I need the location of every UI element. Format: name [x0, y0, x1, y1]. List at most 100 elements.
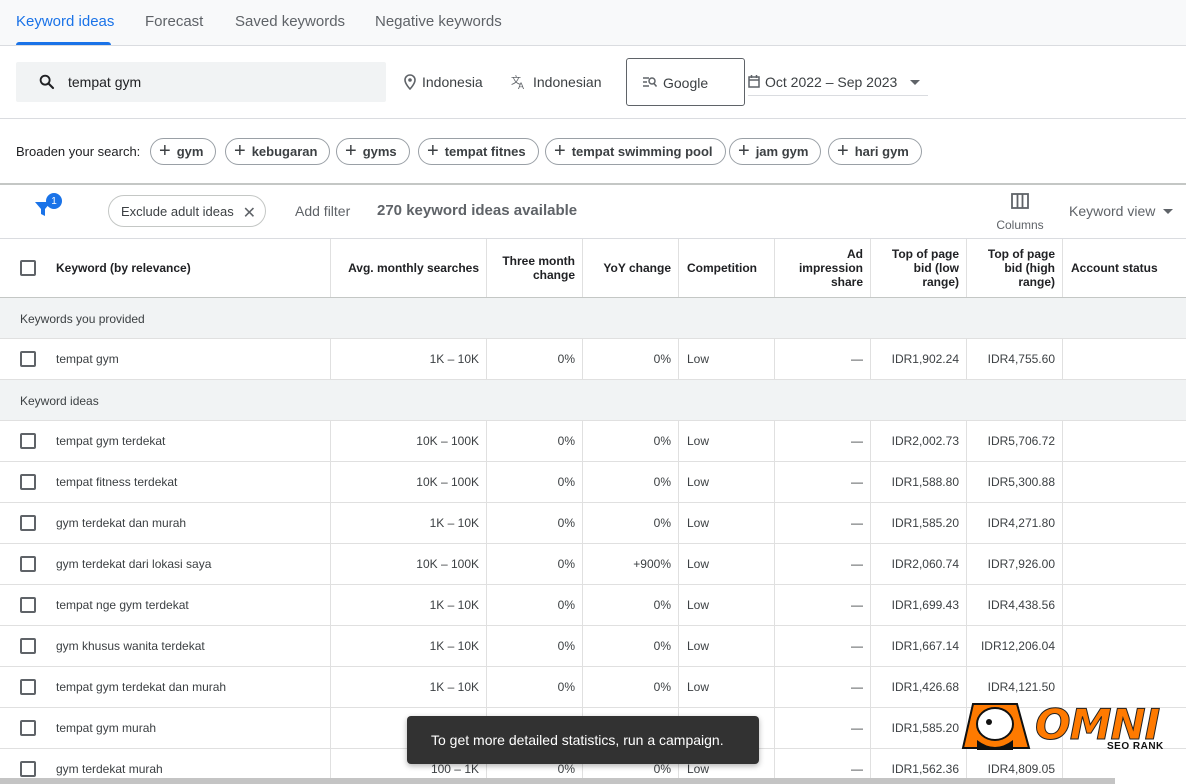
broaden-chip[interactable]: + kebugaran [225, 138, 331, 165]
header-text: Top of page [987, 247, 1055, 261]
cell-bid-low: IDR1,585.20 [870, 503, 967, 543]
header-account-status[interactable]: Account status [1062, 239, 1186, 297]
header-avg-searches[interactable]: Avg. monthly searches [330, 239, 487, 297]
cell-ad-share: — [774, 462, 871, 502]
cell-ad-share: — [774, 708, 871, 748]
language-selector[interactable]: 文A Indonesian [511, 74, 602, 90]
location-label: Indonesia [422, 74, 483, 90]
header-yoy[interactable]: YoY change [582, 239, 679, 297]
chevron-down-icon [1163, 208, 1174, 214]
cell-three-month: 0% [486, 503, 583, 543]
header-text: bid (low [913, 261, 959, 275]
add-filter-button[interactable]: Add filter [295, 203, 350, 219]
header-text: range) [922, 275, 959, 289]
row-checkbox[interactable] [20, 761, 36, 777]
chevron-down-icon [910, 80, 920, 85]
cell-bid-low: IDR1,699.43 [870, 585, 967, 625]
location-selector[interactable]: Indonesia [404, 74, 483, 90]
broaden-chip[interactable]: + tempat fitnes [418, 138, 539, 165]
header-three-month[interactable]: Three month change [486, 239, 583, 297]
header-keyword[interactable]: Keyword (by relevance) [48, 239, 330, 297]
cell-keyword: gym khusus wanita terdekat [56, 639, 205, 653]
cell-avg-searches: 10K – 100K [330, 421, 487, 461]
row-checkbox[interactable] [20, 474, 36, 490]
mascot-icon [961, 703, 1031, 750]
plus-icon: + [738, 139, 750, 162]
plus-icon: + [837, 139, 849, 162]
cell-competition: Low [678, 544, 775, 584]
cell-bid-low: IDR2,060.74 [870, 544, 967, 584]
cell-avg-searches: 10K – 100K [330, 544, 487, 584]
network-label: Google [663, 75, 709, 91]
broaden-chip[interactable]: + jam gym [729, 138, 822, 165]
row-checkbox[interactable] [20, 720, 36, 736]
table-row: tempat fitness terdekat 10K – 100K 0% 0% Low… [0, 462, 1186, 503]
chip-label: gym [176, 144, 204, 159]
section-label: Keyword ideas [20, 394, 99, 408]
cell-account-status [1062, 339, 1186, 379]
ideas-count: 270 keyword ideas available [377, 202, 578, 219]
row-checkbox[interactable] [20, 515, 36, 531]
divider [0, 118, 1186, 119]
horizontal-scrollbar[interactable] [0, 778, 1115, 784]
cell-keyword: gym terdekat dari lokasi saya [56, 557, 212, 571]
cell-ad-share: — [774, 339, 871, 379]
broaden-chip[interactable]: + gym [150, 138, 217, 165]
plus-icon: + [345, 139, 357, 162]
header-text: bid (high [1004, 261, 1055, 275]
search-input[interactable]: tempat gym [16, 62, 386, 102]
table-row: tempat nge gym terdekat 1K – 10K 0% 0% Low — I… [0, 585, 1186, 626]
cell-bid-low: IDR1,667.14 [870, 626, 967, 666]
header-ad-share[interactable]: Ad impression share [774, 239, 871, 297]
row-checkbox[interactable] [20, 433, 36, 449]
broaden-chip[interactable]: + tempat swimming pool [545, 138, 726, 165]
broaden-chip[interactable]: + hari gym [828, 138, 922, 165]
cell-avg-searches: 10K – 100K [330, 462, 487, 502]
tab-negative-keywords[interactable]: Negative keywords [375, 13, 502, 30]
section-header: Keyword ideas [0, 380, 1186, 421]
cell-keyword: gym terdekat dan murah [56, 516, 187, 530]
cell-avg-searches: 1K – 10K [330, 503, 487, 543]
row-checkbox[interactable] [20, 351, 36, 367]
plus-icon: + [159, 139, 171, 162]
date-range-selector[interactable]: Oct 2022 – Sep 2023 [748, 74, 928, 96]
network-selector[interactable]: Google [626, 58, 745, 106]
cell-keyword: tempat gym murah [56, 721, 157, 735]
cell-account-status [1062, 421, 1186, 461]
row-checkbox[interactable] [20, 556, 36, 572]
cell-three-month: 0% [486, 626, 583, 666]
chip-label: kebugaran [251, 144, 318, 159]
tab-keyword-ideas[interactable]: Keyword ideas [16, 13, 114, 30]
keyword-view-selector[interactable]: Keyword view [1069, 203, 1174, 219]
cell-three-month: 0% [486, 421, 583, 461]
cell-ad-share: — [774, 544, 871, 584]
cell-three-month: 0% [486, 339, 583, 379]
header-text: range) [1018, 275, 1055, 289]
table-row: gym terdekat dan murah 1K – 10K 0% 0% Low — ID… [0, 503, 1186, 544]
snackbar-message: To get more detailed statistics, run a c… [407, 716, 759, 764]
header-text: share [830, 275, 863, 289]
cell-ad-share: — [774, 421, 871, 461]
header-text: Ad impression [798, 247, 863, 275]
cell-keyword: tempat fitness terdekat [56, 475, 178, 489]
exclude-adult-chip[interactable]: Exclude adult ideas ✕ [108, 195, 266, 227]
row-checkbox[interactable] [20, 679, 36, 695]
cell-keyword: tempat gym [56, 352, 119, 366]
columns-button[interactable]: Columns [990, 193, 1050, 232]
row-checkbox[interactable] [20, 597, 36, 613]
header-bid-low[interactable]: Top of page bid (low range) [870, 239, 967, 297]
header-competition[interactable]: Competition [678, 239, 775, 297]
header-bid-high[interactable]: Top of page bid (high range) [966, 239, 1063, 297]
cell-bid-low: IDR1,585.20 [870, 708, 967, 748]
tab-saved-keywords[interactable]: Saved keywords [235, 13, 345, 30]
select-all-checkbox[interactable] [20, 260, 36, 276]
cell-bid-high: IDR4,271.80 [966, 503, 1063, 543]
row-checkbox[interactable] [20, 638, 36, 654]
broaden-chip[interactable]: + gyms [336, 138, 410, 165]
close-icon[interactable]: ✕ [243, 203, 256, 223]
cell-three-month: 0% [486, 462, 583, 502]
cell-competition: Low [678, 667, 775, 707]
table-row: gym terdekat dari lokasi saya 10K – 100K 0… [0, 544, 1186, 585]
cell-bid-high: IDR12,206.04 [966, 626, 1063, 666]
tab-forecast[interactable]: Forecast [145, 13, 203, 30]
